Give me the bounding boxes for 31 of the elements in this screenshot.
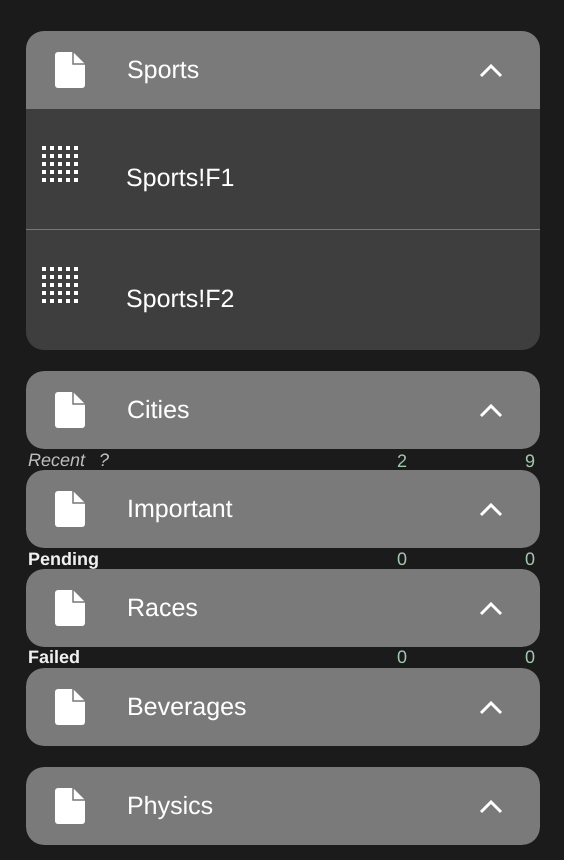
- group-header[interactable]: Races: [26, 569, 540, 647]
- group-header[interactable]: Sports: [26, 31, 540, 109]
- chevron-up-icon: [479, 501, 503, 517]
- table-cell-text: 0: [396, 548, 407, 568]
- range-option[interactable]: Sports!F2: [26, 230, 540, 350]
- chevron-up-icon: [479, 62, 503, 78]
- file-icon: [55, 52, 85, 88]
- file-icon: [55, 689, 85, 725]
- file-icon: [55, 392, 85, 428]
- table-cell-text: 2: [396, 450, 407, 470]
- range-option[interactable]: Sports!F1: [26, 109, 540, 230]
- row-label: Failed: [28, 647, 80, 667]
- row-label: Pending: [28, 548, 99, 568]
- table-cell-text: 0: [524, 548, 535, 568]
- table-cell-text: 0: [396, 647, 407, 667]
- group-header[interactable]: Important: [26, 470, 540, 548]
- group-header[interactable]: Beverages: [26, 668, 540, 746]
- file-icon: [55, 491, 85, 527]
- table-cell-text: 9: [524, 450, 535, 470]
- dotted-grid-icon: [42, 146, 80, 184]
- group-header[interactable]: Physics: [26, 767, 540, 845]
- table-cell-text: 0: [524, 647, 535, 667]
- file-icon: [55, 590, 85, 626]
- dotted-grid-icon: [42, 267, 80, 305]
- chevron-up-icon: [479, 600, 503, 616]
- chevron-up-icon: [479, 699, 503, 715]
- group-header[interactable]: Cities: [26, 371, 540, 449]
- chevron-up-icon: [479, 402, 503, 418]
- chevron-up-icon: [479, 798, 503, 814]
- row-label: Recent: [28, 450, 86, 471]
- file-icon: [55, 788, 85, 824]
